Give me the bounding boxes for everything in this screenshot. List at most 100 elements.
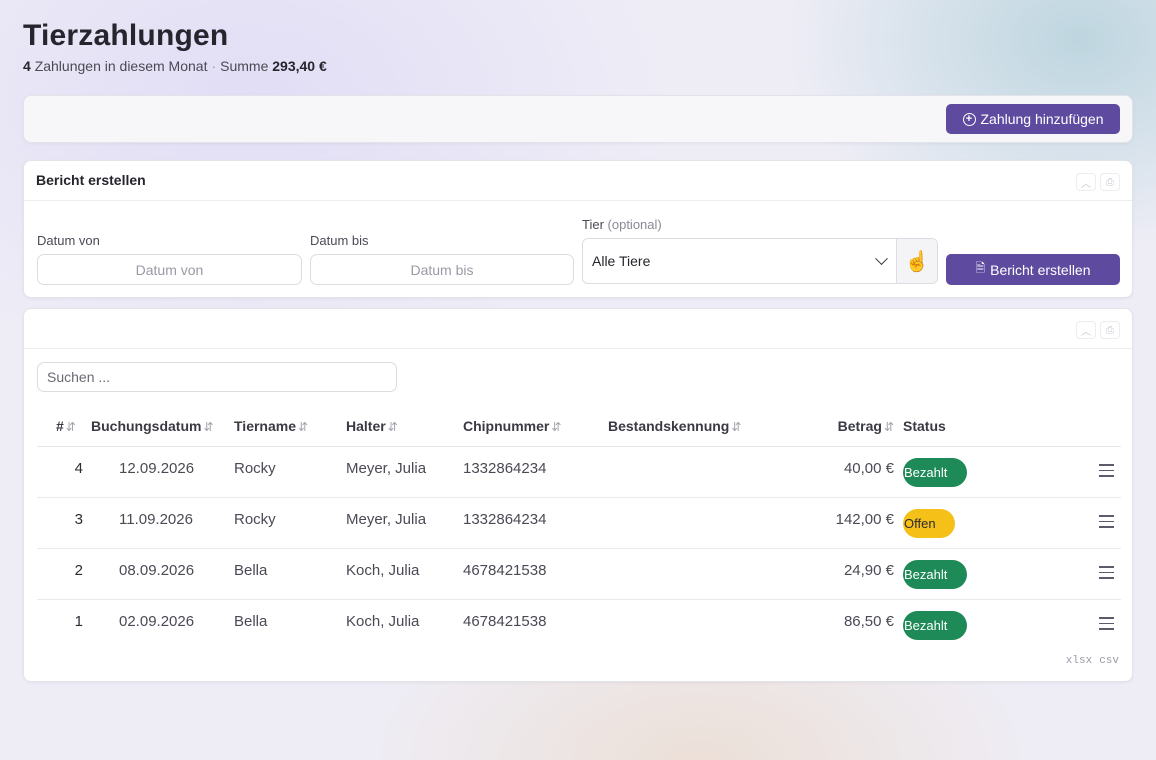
table-row[interactable]: 2 08.09.2026 Bella Koch, Julia 4678421538 24,…: [37, 549, 1121, 600]
payment-count: 4: [23, 58, 31, 74]
page-header: Tierzahlungen 4 Zahlungen in diesem Mona…: [23, 19, 327, 74]
report-card: Bericht erstellen ︿ ⎙ Datum von Datum bi…: [23, 160, 1133, 298]
export-xlsx-link[interactable]: xlsx: [1066, 655, 1092, 667]
column-header-nr[interactable]: # ⇵: [56, 418, 76, 434]
column-header-label: Status: [903, 418, 946, 434]
cell-nr: 1: [74, 613, 83, 630]
add-payment-label: Zahlung hinzufügen: [980, 111, 1104, 127]
cell-amount: 24,90 €: [843, 562, 894, 579]
status-badge: Bezahlt: [903, 611, 967, 640]
cell-chip: 1332864234: [463, 511, 547, 528]
chevron-down-icon: [875, 251, 888, 265]
column-header-label: Tiername: [234, 418, 296, 434]
print-icon[interactable]: ⎙: [1100, 321, 1120, 339]
cell-date: 11.09.2026: [119, 511, 193, 528]
cell-amount: 40,00 €: [843, 460, 894, 477]
cell-date: 12.09.2026: [119, 460, 195, 477]
plus-circle-icon: +: [962, 112, 976, 126]
table-row[interactable]: 3 11.09.2026 Rocky Meyer, Julia 1332864234 14…: [37, 498, 1121, 549]
animal-field: Tier (optional) Alle Tiere ☝: [582, 217, 938, 284]
animal-select[interactable]: Alle Tiere ☝: [582, 238, 938, 284]
column-header-label: Chipnummer: [463, 418, 550, 434]
column-header-date[interactable]: Buchungsdatum ⇵: [91, 418, 214, 434]
column-header-label: Buchungsdatum: [91, 418, 202, 434]
payments-table-card: ︿ ⎙ #⇵ Buchungsdatum⇵ Tiername⇵ Halter⇵ …: [23, 308, 1133, 682]
animal-label: Tier (optional): [582, 217, 938, 232]
date-to-input[interactable]: [310, 254, 574, 285]
row-menu-icon[interactable]: [1099, 515, 1114, 528]
toolbar-card: + Zahlung hinzufügen: [23, 95, 1133, 143]
cell-date: 08.09.2026: [119, 562, 195, 579]
cell-owner: Meyer, Julia: [346, 460, 427, 477]
collapse-icon[interactable]: ︿: [1076, 173, 1096, 191]
animal-label-text: Tier: [582, 217, 604, 232]
cell-chip: 1332864234: [463, 460, 547, 477]
cell-name: Rocky: [234, 511, 276, 528]
date-from-label: Datum von: [37, 233, 100, 248]
cell-owner: Koch, Julia: [346, 562, 420, 579]
row-menu-icon[interactable]: [1099, 464, 1114, 477]
sort-icon: ⇵: [731, 420, 742, 434]
cell-name: Rocky: [234, 460, 276, 477]
payment-count-text: Zahlungen in diesem Monat: [34, 58, 208, 74]
sort-icon: ⇵: [551, 420, 562, 434]
sum-label: Summe: [220, 58, 269, 74]
table-row[interactable]: 1 02.09.2026 Bella Koch, Julia 4678421538 86,…: [37, 600, 1121, 651]
document-icon: 🗎: [975, 261, 986, 275]
column-header-stock[interactable]: Bestandskennung ⇵: [608, 418, 741, 434]
status-badge: Bezahlt: [903, 458, 967, 487]
date-to-label: Datum bis: [310, 233, 369, 248]
print-icon[interactable]: ⎙: [1100, 173, 1120, 191]
cell-owner: Meyer, Julia: [346, 511, 427, 528]
column-header-status: Status: [903, 418, 946, 434]
cell-amount: 142,00 €: [835, 511, 894, 528]
column-header-amount[interactable]: Betrag ⇵: [838, 418, 894, 434]
sort-icon: ⇵: [387, 420, 398, 434]
column-header-label: Halter: [346, 418, 386, 434]
sort-icon: ⇵: [298, 420, 309, 434]
cell-date: 02.09.2026: [119, 613, 195, 630]
column-header-chip[interactable]: Chipnummer ⇵: [463, 418, 561, 434]
search-input[interactable]: [37, 362, 397, 392]
column-header-label: #: [56, 418, 64, 434]
row-menu-icon[interactable]: [1099, 617, 1114, 630]
create-report-label: Bericht erstellen: [990, 261, 1091, 278]
animal-select-value[interactable]: Alle Tiere: [583, 239, 896, 283]
cell-name: Bella: [234, 562, 268, 579]
cell-nr: 2: [74, 562, 83, 579]
page-subtitle: 4 Zahlungen in diesem Monat · Summe 293,40…: [23, 58, 327, 74]
row-menu-icon[interactable]: [1099, 566, 1114, 579]
table-body: 4 12.09.2026 Rocky Meyer, Julia 1332864234 40…: [37, 447, 1121, 651]
collapse-icon[interactable]: ︿: [1076, 321, 1096, 339]
animal-select-text: Alle Tiere: [592, 253, 651, 269]
report-card-header: Bericht erstellen ︿ ⎙: [24, 161, 1132, 201]
date-from-input[interactable]: [37, 254, 302, 285]
cell-name: Bella: [234, 613, 268, 630]
report-card-controls: ︿ ⎙: [1076, 173, 1120, 191]
table-row[interactable]: 4 12.09.2026 Rocky Meyer, Julia 1332864234 40…: [37, 447, 1121, 498]
pointer-hand-icon[interactable]: ☝: [896, 239, 937, 283]
column-header-owner[interactable]: Halter ⇵: [346, 418, 398, 434]
sort-icon: ⇵: [883, 420, 894, 434]
add-payment-button[interactable]: + Zahlung hinzufügen: [946, 104, 1120, 134]
cell-chip: 4678421538: [463, 562, 547, 579]
sort-icon: ⇵: [203, 420, 214, 434]
separator: ·: [211, 58, 217, 74]
page-title: Tierzahlungen: [23, 19, 229, 52]
column-header-name[interactable]: Tiername ⇵: [234, 418, 308, 434]
cell-chip: 4678421538: [463, 613, 547, 630]
cell-nr: 3: [74, 511, 83, 528]
sum-value: 293,40 €: [272, 58, 327, 74]
column-header-label: Bestandskennung: [608, 418, 730, 434]
export-csv-link[interactable]: csv: [1099, 655, 1119, 667]
cell-owner: Koch, Julia: [346, 613, 420, 630]
column-header-label: Betrag: [837, 418, 882, 434]
table-card-controls: ︿ ⎙: [1076, 321, 1120, 339]
cell-nr: 4: [74, 460, 83, 477]
payments-table: # ⇵ Buchungsdatum ⇵ Tiername ⇵ Halter ⇵ Chip…: [37, 407, 1121, 651]
create-report-button[interactable]: 🗎 Bericht erstellen: [946, 254, 1120, 285]
date-from-field: Datum von: [37, 233, 302, 285]
date-to-field: Datum bis: [310, 233, 574, 285]
report-card-title: Bericht erstellen: [36, 172, 146, 188]
status-badge: Bezahlt: [903, 560, 967, 589]
